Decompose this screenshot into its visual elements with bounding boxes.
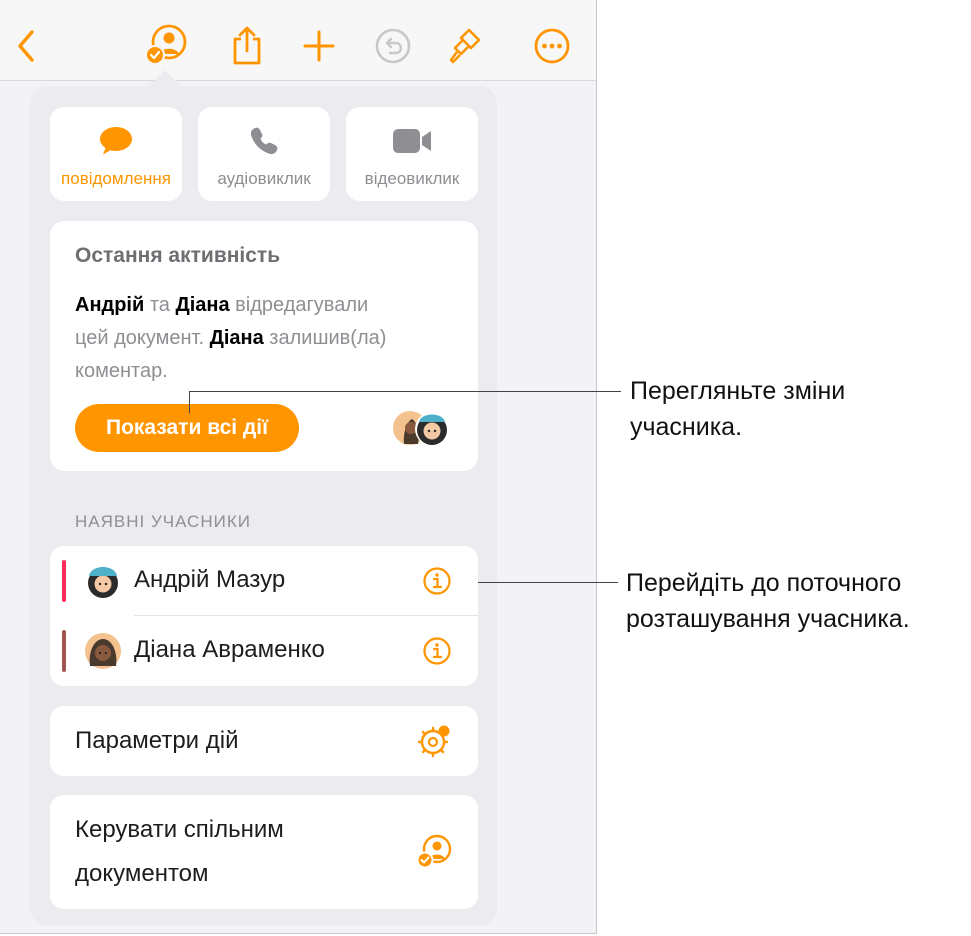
collaboration-popover: повідомлення аудіовиклик відеовиклик Ост… — [30, 86, 497, 926]
message-label: повідомлення — [61, 169, 171, 188]
collaborate-icon[interactable] — [143, 23, 191, 69]
message-bubble-icon — [98, 125, 134, 157]
manage-shared-document-label: Керувати спільним документом — [75, 816, 284, 887]
participant-name: Діана Авраменко — [134, 636, 325, 663]
activity-avatars — [390, 404, 460, 452]
message-button[interactable]: повідомлення — [50, 107, 182, 201]
participant-row[interactable]: Андрій Мазур — [50, 546, 478, 616]
callout-leader-1 — [189, 391, 621, 392]
activity-settings-label: Параметри дій — [75, 727, 239, 754]
video-call-label: відеовиклик — [364, 169, 460, 188]
participants-header: НАЯВНІ УЧАСНИКИ — [75, 512, 251, 531]
add-icon[interactable] — [295, 23, 343, 69]
callout-go-to-location: Перейдіть до поточного розташування учас… — [626, 569, 910, 633]
show-all-activity-button[interactable]: Показати всі дії — [75, 404, 299, 452]
video-camera-icon — [391, 125, 433, 157]
toolbar — [0, 0, 596, 81]
participant-row[interactable]: Діана Авраменко — [50, 616, 478, 686]
participant-name: Андрій Мазур — [134, 566, 286, 593]
avatar — [84, 562, 122, 600]
participant-color-bar — [62, 630, 66, 672]
callout-leader-1-vertical — [189, 391, 190, 413]
ipad-screen: повідомлення аудіовиклик відеовиклик Ост… — [0, 0, 597, 934]
audio-call-button[interactable]: аудіовиклик — [198, 107, 330, 201]
more-icon[interactable] — [528, 23, 576, 69]
collaborate-manage-icon — [416, 833, 454, 871]
activity-and: та — [144, 294, 176, 316]
activity-settings-gear-icon — [416, 723, 452, 759]
back-chevron-icon[interactable] — [2, 23, 50, 69]
participant-color-bar — [62, 560, 66, 602]
callout-leader-2 — [478, 582, 618, 583]
format-brush-icon[interactable] — [442, 23, 490, 69]
activity-name-diana: Діана — [175, 294, 230, 316]
info-icon[interactable] — [422, 566, 452, 596]
recent-activity-title: Остання активність — [75, 244, 281, 267]
recent-activity-text: Андрій та Діана відредагували цей докуме… — [75, 289, 405, 388]
participants-card: Андрій Мазур Діана Авраменко — [50, 546, 478, 686]
recent-activity-card: Остання активність Андрій та Діана відре… — [50, 221, 478, 471]
avatar — [84, 632, 122, 670]
share-icon[interactable] — [223, 23, 271, 69]
activity-name-andrii: Андрій — [75, 294, 145, 316]
audio-call-label: аудіовиклик — [217, 169, 311, 188]
callout-view-changes: Перегляньте зміни учасника. — [630, 377, 846, 441]
video-call-button[interactable]: відеовиклик — [346, 107, 478, 201]
popover-arrow — [148, 70, 182, 87]
activity-settings-button[interactable]: Параметри дій — [50, 706, 478, 776]
activity-name-diana-2: Діана — [209, 327, 264, 349]
info-icon[interactable] — [422, 636, 452, 666]
manage-shared-document-button[interactable]: Керувати спільним документом — [50, 795, 478, 909]
undo-icon[interactable] — [369, 23, 417, 69]
phone-icon — [248, 125, 280, 157]
